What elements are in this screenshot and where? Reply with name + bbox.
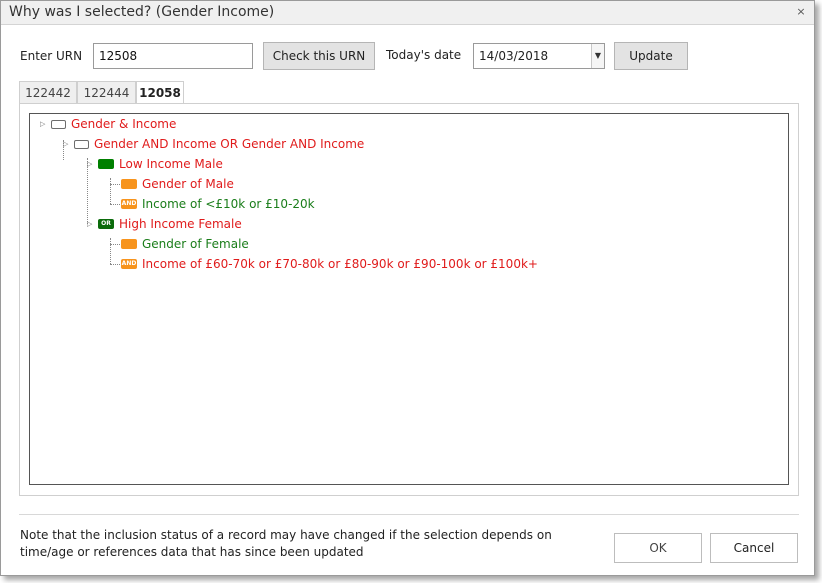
tab-122442[interactable]: 122442 [19,81,77,103]
green-block-icon [98,159,114,169]
tree-node-label: Gender AND Income OR Gender AND Income [94,137,365,151]
tree-node-high-income-female[interactable]: ▷ OR High Income Female [87,215,242,233]
date-value: 14/03/2018 [479,49,549,63]
frame-icon [74,139,89,149]
tree-node-root[interactable]: ▷ Gender & Income [40,115,176,133]
cancel-button[interactable]: Cancel [710,533,798,563]
tree-node-gender-male[interactable]: Gender of Male [121,175,234,193]
urn-label: Enter URN [20,49,83,63]
footer-divider [19,514,799,515]
date-picker[interactable]: 14/03/2018 ▼ [473,43,605,69]
check-urn-button[interactable]: Check this URN [263,42,375,70]
tree-node-label: High Income Female [119,217,242,231]
date-label: Today's date [386,48,462,62]
expand-arrow-icon[interactable]: ▷ [87,220,96,228]
tab-12058[interactable]: 12058 [136,81,184,104]
tree-node-group[interactable]: ▷ Gender AND Income OR Gender AND Income [63,135,364,153]
ok-button[interactable]: OK [614,533,702,563]
orange-block-icon [121,179,137,189]
tree-connector [110,238,111,264]
title-bar[interactable]: Why was I selected? (Gender Income) × [1,1,814,25]
tree-node-label: Gender & Income [71,117,177,131]
tree-node-gender-female[interactable]: Gender of Female [121,235,249,253]
tree-node-label: Income of <£10k or £10-20k [142,197,315,211]
or-badge-icon: OR [98,219,114,229]
expand-arrow-icon[interactable]: ▷ [87,160,96,168]
selection-tree[interactable]: ▷ Gender & Income ▷ Gender AND Income OR… [29,113,789,485]
tree-node-income-high[interactable]: AND Income of £60-70k or £70-80k or £80-… [121,255,538,273]
tree-node-low-income-male[interactable]: ▷ Low Income Male [87,155,223,173]
tree-node-label: Gender of Female [142,237,249,251]
and-badge-icon: AND [121,259,137,269]
dialog-window: Why was I selected? (Gender Income) × En… [0,0,815,576]
window-title: Why was I selected? (Gender Income) [9,4,275,20]
tree-node-label: Low Income Male [119,157,223,171]
tab-122444[interactable]: 122444 [77,81,136,103]
tree-node-label: Gender of Male [142,177,234,191]
inclusion-note: Note that the inclusion status of a reco… [20,528,552,559]
close-icon[interactable]: × [794,5,808,19]
expand-arrow-icon[interactable]: ▷ [40,120,49,128]
tree-node-label: Income of £60-70k or £70-80k or £80-90k … [142,257,538,271]
orange-block-icon [121,239,137,249]
tree-node-income-low[interactable]: AND Income of <£10k or £10-20k [121,195,315,213]
tab-panel: ▷ Gender & Income ▷ Gender AND Income OR… [19,103,799,496]
urn-input[interactable] [93,43,253,69]
and-badge-icon: AND [121,199,137,209]
tree-connector [110,178,111,204]
chevron-down-icon[interactable]: ▼ [591,44,604,68]
frame-icon [51,119,66,129]
expand-arrow-icon[interactable]: ▷ [63,140,72,148]
update-button[interactable]: Update [614,42,688,70]
